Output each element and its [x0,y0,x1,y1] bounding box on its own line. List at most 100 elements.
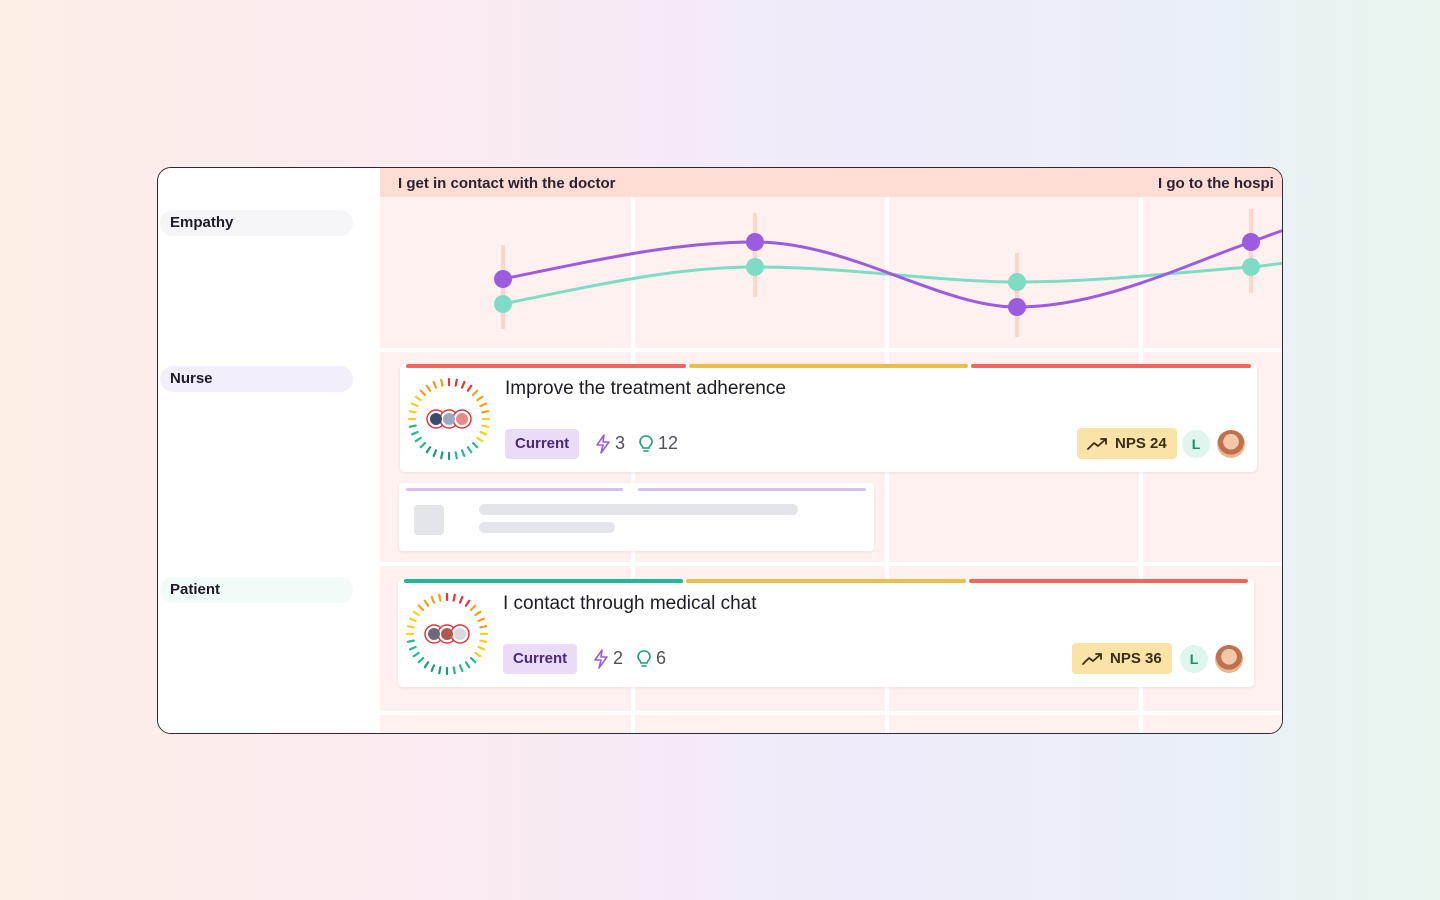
ring-tick [458,664,464,673]
nps-value: NPS 36 [1110,650,1162,667]
empathy-point-teal[interactable] [746,258,764,276]
ring-tick [438,666,442,675]
ring-tick [469,604,477,612]
empathy-point-teal[interactable] [494,295,512,313]
ring-tick [460,449,466,458]
nps-badge[interactable]: NPS 36 [1072,643,1172,674]
lane-label-patient[interactable]: Patient [160,577,353,603]
emotion-range-bar [1015,253,1019,337]
ring-tick [474,610,482,617]
lightning-icon [596,433,610,454]
ring-tick [464,661,471,669]
touchpoint-card[interactable]: I contact through medical chat Current 2… [398,579,1254,687]
lane-divider [380,711,1282,715]
ring-tick [474,651,482,658]
ring-tick [406,639,415,643]
idea-count[interactable]: 12 [638,433,678,454]
lightbulb-icon [637,649,651,667]
lightning-icon [594,648,608,669]
empathy-point-teal[interactable] [1008,273,1026,291]
persona-ring-icon [407,377,491,461]
skeleton-line [479,522,615,533]
empathy-point-purple[interactable] [1242,233,1260,251]
touchpoint-card[interactable]: Improve the treatment adherence Current … [400,364,1257,472]
ring-tick [419,389,427,397]
ring-tick [408,424,417,428]
lane-label-empathy[interactable]: Empathy [160,210,353,236]
ring-tick [408,410,417,414]
user-avatar[interactable] [1215,645,1243,673]
idea-count-value: 6 [656,648,667,668]
status-tag[interactable]: Current [503,644,578,674]
assignee-avatar[interactable]: L [1182,430,1210,458]
assignee-avatar[interactable]: L [1180,645,1208,673]
ring-tick [406,625,415,629]
ring-tick [476,436,484,443]
ring-tick [481,410,490,414]
ring-tick [423,599,430,607]
lane-labels-column [158,168,380,733]
loading-card [399,483,874,551]
ring-tick [471,441,479,449]
idea-count[interactable]: 6 [636,648,666,669]
empathy-point-purple[interactable] [1008,298,1026,316]
journey-map-frame: I get in contact with the doctor I go to… [157,167,1283,734]
ring-tick [425,384,432,392]
stage-label[interactable]: I go to the hospi [1158,175,1274,192]
empathy-point-purple[interactable] [494,270,512,288]
stage-header-row: I get in contact with the doctor I go to… [380,168,1282,197]
sentiment-bar [686,579,966,583]
ring-tick [440,378,444,387]
ring-tick [419,441,427,449]
ring-tick [477,645,486,651]
ring-tick [408,645,417,651]
pain-count[interactable]: 3 [595,433,625,454]
empathy-series-purple [502,229,1282,309]
ring-tick [440,451,444,460]
ring-tick [412,610,420,617]
ring-tick [408,617,417,623]
nps-value: NPS 24 [1115,435,1167,452]
card-title[interactable]: Improve the treatment adherence [505,378,786,400]
ring-tick [430,595,436,604]
ring-tick [412,651,420,658]
stage-label[interactable]: I get in contact with the doctor [398,175,616,192]
idea-count-value: 12 [658,433,679,453]
pain-count-value: 2 [613,648,624,668]
ring-tick [438,593,442,602]
ring-tick [481,424,490,428]
user-avatar[interactable] [1217,430,1245,458]
status-tag[interactable]: Current [505,429,580,459]
persona-ring-icon [405,592,489,676]
ring-tick [458,595,464,604]
empathy-series-teal [502,261,1282,306]
pain-count[interactable]: 2 [593,648,623,669]
ring-tick [432,449,438,458]
ring-tick [471,389,479,397]
ring-tick [425,446,432,454]
ring-tick [454,451,458,460]
ring-tick [479,625,488,629]
ring-tick [410,430,419,436]
card-title[interactable]: I contact through medical chat [503,593,756,615]
lane-label-nurse[interactable]: Nurse [160,366,353,392]
ring-tick [464,599,471,607]
emotion-range-bar [753,213,757,297]
ring-tick [479,430,488,436]
trend-up-icon [1087,437,1107,450]
sentiment-bar [688,364,969,368]
empathy-point-purple[interactable] [746,233,764,251]
ring-tick [414,436,422,443]
ring-tick [410,402,419,408]
skeleton-line [479,504,798,515]
trend-up-icon [1082,652,1102,665]
ring-tick [479,639,488,643]
empathy-point-teal[interactable] [1242,258,1260,276]
ring-tick [452,593,456,602]
sentiment-bar [968,579,1248,583]
ring-tick [432,380,438,389]
sentiment-bars [404,579,1248,583]
nps-badge[interactable]: NPS 24 [1077,428,1177,459]
skeleton-bar [638,488,866,491]
sentiment-bar [971,364,1252,368]
